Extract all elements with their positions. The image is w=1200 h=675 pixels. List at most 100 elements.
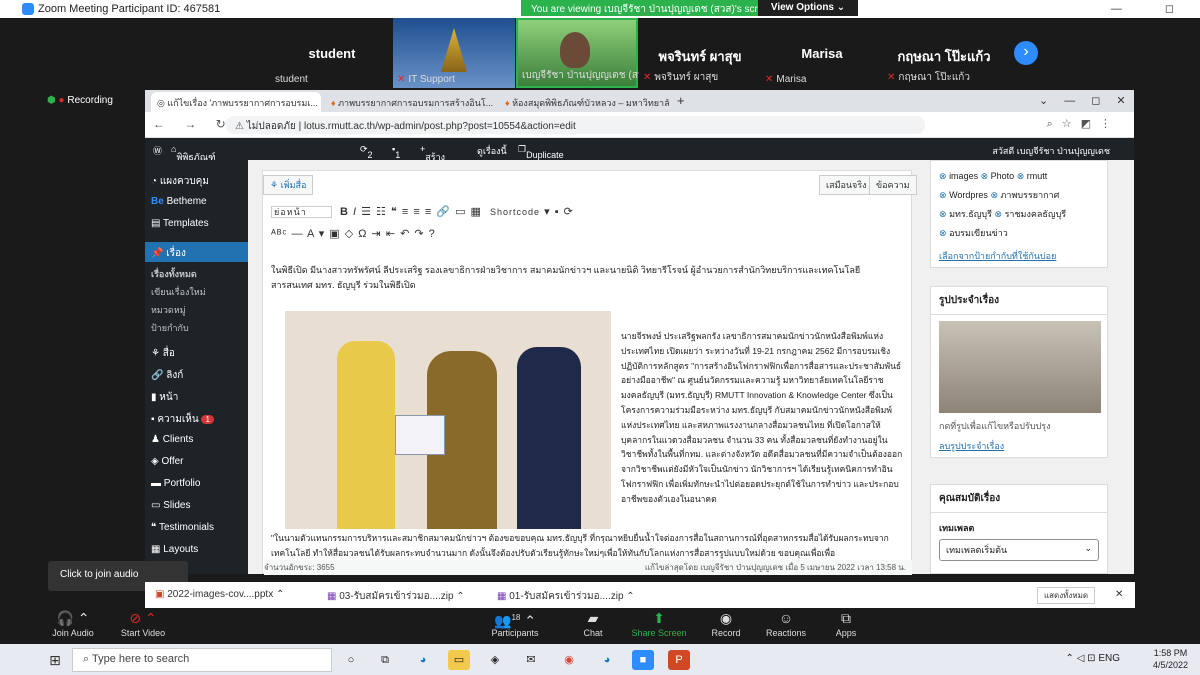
url-field[interactable]: ⚠ ไม่ปลอดภัย | lotus.rmutt.ac.th/wp-admi… [225, 116, 925, 134]
mail-icon[interactable]: ✉ [520, 650, 542, 670]
start-video-button[interactable]: ⊘ ⌃ Start Video [108, 608, 178, 638]
tab-museum[interactable]: ♦ ห้องสมุดพิพิธภัณฑ์บัวหลวง – มหาวิทยาลั… [499, 92, 669, 112]
shield-icon: ⬢ [47, 95, 56, 106]
ceremony-photo[interactable] [285, 311, 611, 529]
content-paragraph-2[interactable]: นายจีรพงษ์ ประเสริฐพลกรัง เลขาธิการสมาคม… [621, 329, 903, 507]
join-audio-button[interactable]: 🎧 ⌃ Join Audio [38, 608, 108, 638]
wp-comments[interactable]: ▪ 1 [392, 144, 400, 160]
download-item[interactable]: ▦ 03-รับสมัครเข้าร่วมอ....zip ⌃ [327, 589, 465, 604]
add-media-button[interactable]: ⚘ เพิ่มสื่อ [263, 175, 314, 195]
sidebar-item-new-post[interactable]: เขียนเรื่องใหม่ [145, 282, 248, 300]
wp-view-post[interactable]: ดูเรื่องนี้ [477, 144, 507, 158]
download-item[interactable]: ▦ 01-รับสมัครเข้าร่วมอ....zip ⌃ [497, 589, 635, 604]
editor-status-bar: จำนวนอักขระ: 3655 แก้ไขล่าสุดโดย เบญจีรั… [264, 560, 912, 575]
cortana-icon[interactable]: ○ [340, 650, 362, 670]
taskbar-clock[interactable]: 1:58 PM 4/5/2022 [1153, 647, 1188, 671]
participants-icon: 👥18 ⌃ [494, 612, 536, 629]
tag-list[interactable]: ⊗ images ⊗ Photo ⊗ rmutt ⊗ Wordpres ⊗ ภา… [939, 167, 1099, 243]
powerpoint-icon[interactable]: P [668, 650, 690, 670]
sidebar-item-comments[interactable]: ▪ ความเห็น 1 [145, 408, 248, 428]
sidebar-item-all-posts[interactable]: เรื่องทั้งหมด [145, 264, 248, 282]
download-item[interactable]: ▣ 2022-images-cov....pptx ⌃ [155, 589, 284, 600]
participant-tile[interactable]: กฤษณา โป๊ะแก้ว ✕ กฤษณา โป๊ะแก้ว [883, 18, 1005, 88]
show-all-downloads[interactable]: แสดงทั้งหมด [1037, 587, 1096, 604]
sidebar-item-clients[interactable]: ♟ Clients [145, 430, 248, 450]
shared-browser-window: ⬢ ● Recording ◎ แก้ไขเรื่อง 'ภาพบรรยากาศ… [37, 90, 1134, 575]
zoom-app-icon[interactable]: ■ [632, 650, 654, 670]
viewing-banner: You are viewing เบญจีรัชา ป่านปุญญเดช (ส… [521, 0, 858, 16]
windows-start-icon[interactable]: ⊞ [44, 650, 66, 670]
content-paragraph-3[interactable]: "ในนามตัวแทนกรรมการบริหารและสมาชิกสมาคมน… [271, 531, 907, 561]
content-paragraph-1[interactable]: ในพิธีเปิด มีนางสาวทรัพรัศน์ ลีประเสริฐ … [271, 263, 871, 293]
editor-toolbar-row2[interactable]: ᴬᴮᶜ — A ▾ ▣ ◇ Ω ⇥ ⇤ ↶ ↷ ? [271, 227, 436, 240]
wp-new[interactable]: + สร้างใหม่ [420, 144, 445, 176]
sidebar-item-media[interactable]: ⚘ สื่อ [145, 342, 248, 362]
close-icon[interactable]: ✕ [1115, 589, 1123, 600]
remove-featured-link[interactable]: ลบรูปประจำเรื่อง [931, 433, 1107, 459]
task-view-icon[interactable]: ⧉ [374, 650, 396, 670]
visual-tab[interactable]: เสมือนจริง [819, 175, 874, 195]
wp-site-name[interactable]: ⌂ พิพิธภัณฑ์บัว มหาวิทยาลัยเทคโนโลยีราชม… [171, 144, 225, 218]
featured-image-title[interactable]: รูปประจำเรื่อง [931, 287, 1107, 315]
participant-tile[interactable]: student student [271, 18, 393, 88]
sidebar-item-dashboard[interactable]: ◔ แผงควบคุม [145, 170, 248, 190]
wp-greeting[interactable]: สวัสดี เบญจีรัชา ป่านปุญญเดช [992, 144, 1110, 158]
participants-button[interactable]: 👥18 ⌃ Participants [480, 608, 550, 638]
sidebar-item-categories[interactable]: หมวดหมู่ [145, 300, 248, 318]
participant-tile[interactable]: Marisa ✕ Marisa [761, 18, 883, 88]
apps-button[interactable]: ⧉ Apps [811, 608, 881, 638]
sidebar-item-portfolio[interactable]: ▬ Portfolio [145, 474, 248, 494]
sidebar-item-betheme[interactable]: Be Betheme [145, 192, 248, 212]
wp-updates[interactable]: ⟳ 2 [360, 144, 373, 160]
view-options-button[interactable]: View Options ⌄ [758, 0, 858, 16]
tab-infographic[interactable]: ♦ ภาพบรรยากาศการอบรมการสร้างอินโ... [325, 92, 495, 112]
nav-buttons[interactable]: ← → ↻ [153, 117, 234, 131]
mic-muted-icon: ✕ [397, 74, 406, 85]
sidebar-item-pages[interactable]: ▮ หน้า [145, 386, 248, 406]
format-select[interactable]: ย่อหน้า [271, 206, 332, 218]
browser-window-controls[interactable]: ⌄—◻✕ [1035, 92, 1130, 112]
chevron-down-icon: ⌄ [1084, 543, 1092, 553]
sidebar-item-testimonials[interactable]: ❝ Testimonials [145, 518, 248, 538]
share-screen-button[interactable]: ⬆ Share Screen [624, 608, 694, 638]
text-tab[interactable]: ข้อความ [869, 175, 917, 195]
browser-tab-bar: ◎ แก้ไขเรื่อง 'ภาพบรรยากาศการอบรมเ... ♦ … [145, 90, 1134, 112]
template-select[interactable]: เทมเพลตเริ่มต้น ⌄ [939, 539, 1099, 561]
post-attributes-title[interactable]: คุณสมบัติเรื่อง [931, 485, 1107, 513]
wordpress-icon[interactable]: Ⓦ [153, 144, 162, 157]
store-icon[interactable]: ◈ [484, 650, 506, 670]
chat-button[interactable]: ▰ Chat [558, 608, 628, 638]
window-controls[interactable]: — ◻ [1111, 2, 1194, 15]
participant-name: student [308, 46, 356, 61]
windows-taskbar: ⊞ ⌕ Type here to search ○ ⧉ ◕ ▭ ◈ ✉ ◉ ◕ … [0, 644, 1200, 675]
sidebar-item-links[interactable]: 🔗 ลิงก์ [145, 364, 248, 384]
sidebar-item-templates[interactable]: ▤ Templates [145, 214, 248, 234]
next-page-icon[interactable]: › [1014, 41, 1038, 65]
editor-toolbar-row1[interactable]: ย่อหน้า B I ☰ ☷ ❝ ≡ ≡ ≡ 🔗 ▭ ▦ Shortcode … [271, 205, 574, 219]
participant-tile[interactable]: พจรินทร์ ผาสุข ✕ พจรินทร์ ผาสุข [639, 18, 761, 88]
featured-image-thumb[interactable] [939, 321, 1101, 413]
taskbar-search[interactable]: ⌕ Type here to search [72, 648, 332, 672]
system-tray[interactable]: ⌃ ◁ ⊡ ENG [1066, 653, 1120, 664]
last-edited: แก้ไขล่าสุดโดย เบญจีรัชา ป่านปุญญเดช เมื… [644, 563, 906, 572]
edge-icon[interactable]: ◕ [412, 650, 434, 670]
edge-dev-icon[interactable]: ◕ [596, 650, 618, 670]
popular-tags-link[interactable]: เลือกจากป้ายกำกับที่ใช้กันบ่อย [939, 247, 1099, 266]
tab-edit-post[interactable]: ◎ แก้ไขเรื่อง 'ภาพบรรยากาศการอบรมเ... [151, 92, 321, 112]
file-explorer-icon[interactable]: ▭ [448, 650, 470, 670]
wp-duplicate-post[interactable]: ❐ Duplicate Post [518, 144, 564, 170]
sidebar-item-layouts[interactable]: ▦ Layouts [145, 540, 248, 560]
shortcode-select[interactable]: Shortcode [490, 207, 540, 217]
browser-action-icons[interactable]: ⌕☆◩⋮ [1047, 117, 1120, 131]
not-secure-label: ไม่ปลอดภัย [246, 121, 296, 132]
new-tab-button[interactable]: + [673, 92, 693, 112]
sidebar-item-posts[interactable]: 📌 เรื่อง [145, 242, 248, 262]
participant-tile[interactable]: ✕ IT Support [393, 18, 515, 88]
sidebar-item-slides[interactable]: ▭ Slides [145, 496, 248, 516]
participant-tile-active[interactable]: เบญจีรัชา ป่านปุญญเดช (สวส) [516, 18, 653, 88]
url-text: lotus.rmutt.ac.th/wp-admin/post.php?post… [303, 121, 576, 132]
sidebar-item-tags[interactable]: ป้ายกำกับ [145, 318, 248, 336]
sidebar-item-offer[interactable]: ◈ Offer [145, 452, 248, 472]
chrome-icon[interactable]: ◉ [558, 650, 580, 670]
page-scrollbar[interactable] [1121, 160, 1134, 574]
